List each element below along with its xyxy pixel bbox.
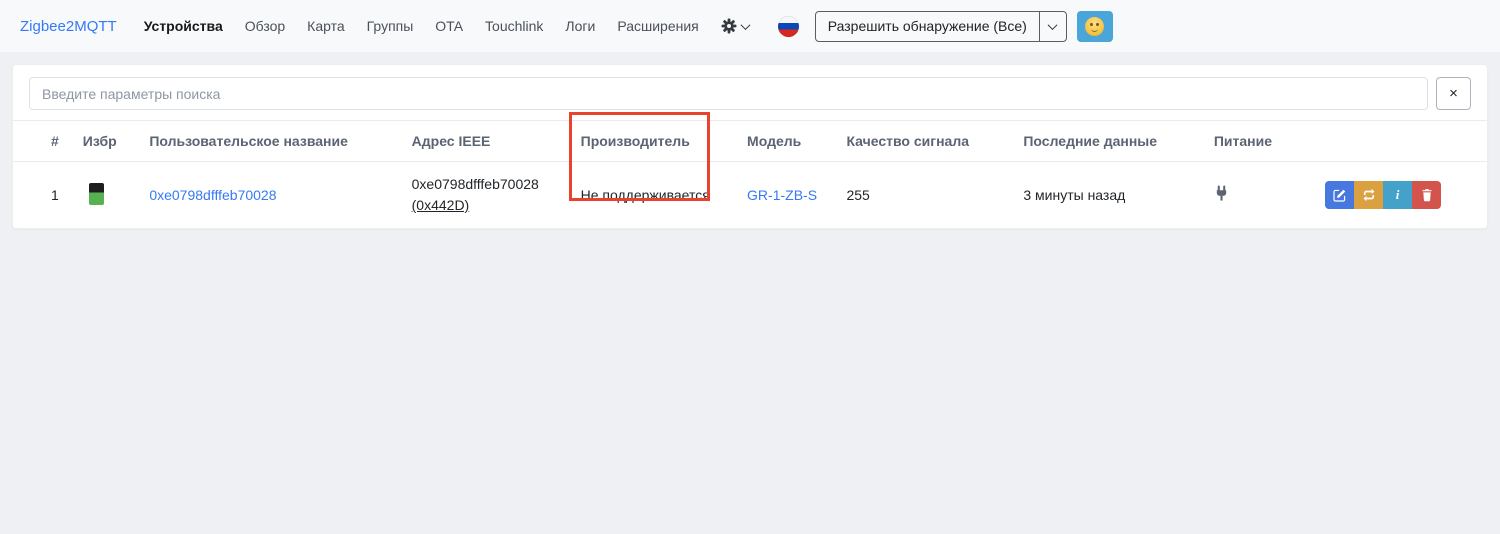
edit-button[interactable] [1325,181,1354,209]
trash-icon [1421,189,1433,202]
nav-item-devices[interactable]: Устройства [133,10,234,42]
row-index: 1 [13,162,71,229]
info-icon: i [1396,187,1400,203]
russian-flag-icon[interactable] [778,16,799,37]
column-header-power[interactable]: Питание [1202,121,1313,162]
retweet-icon [1362,188,1376,202]
row-model-cell: GR-1-ZB-S [735,162,834,229]
reconfigure-button[interactable] [1354,181,1383,209]
devices-table: # Избр Пользовательское название Адрес I… [13,120,1487,228]
theme-toggle-button[interactable] [1077,11,1113,42]
column-header-index[interactable]: # [13,121,71,162]
nav-item-touchlink[interactable]: Touchlink [474,10,554,42]
settings-dropdown[interactable] [710,10,760,42]
nav-item-map[interactable]: Карта [296,10,355,42]
column-header-manufacturer[interactable]: Производитель [569,121,735,162]
chevron-down-icon [1048,20,1058,30]
column-header-ieee-address[interactable]: Адрес IEEE [400,121,569,162]
devices-card: × # Избр Пользовательское название Адрес… [12,64,1488,229]
device-thumbnail [89,183,104,205]
nav-item-logs[interactable]: Логи [554,10,606,42]
row-last-seen-cell: 3 минуты назад [1011,162,1201,229]
table-row: 1 0xe0798dfffeb70028 0xe0798dfffeb70028 … [13,162,1487,229]
remove-button[interactable] [1412,181,1441,209]
device-link[interactable]: 0xe0798dfffeb70028 [149,187,276,203]
gear-icon [721,18,737,34]
row-friendly-name-cell: 0xe0798dfffeb70028 [137,162,399,229]
column-header-actions [1313,121,1487,162]
smiley-emoji-icon [1085,17,1104,36]
row-power-cell [1202,162,1313,229]
row-link-quality-cell: 255 [834,162,1011,229]
brand-link[interactable]: Zigbee2MQTT [20,18,117,35]
model-link[interactable]: GR-1-ZB-S [747,187,817,203]
row-actions-group: i [1325,181,1441,209]
search-bar: × [13,65,1487,120]
chevron-down-icon [740,20,750,30]
navbar-right: Разрешить обнаружение (Все) [768,11,1113,42]
search-input[interactable] [29,77,1428,110]
column-header-friendly-name[interactable]: Пользовательское название [137,121,399,162]
clear-search-button[interactable]: × [1436,77,1471,110]
nav-item-extensions[interactable]: Расширения [606,10,709,42]
info-button[interactable]: i [1383,181,1412,209]
top-navbar: Zigbee2MQTT Устройства Обзор Карта Групп… [0,0,1500,52]
column-header-model[interactable]: Модель [735,121,834,162]
row-favorite-cell [71,162,138,229]
permit-join-button[interactable]: Разрешить обнаружение (Все) [816,12,1039,41]
close-icon: × [1449,85,1458,102]
row-actions-cell: i [1313,162,1487,229]
table-header-row: # Избр Пользовательское название Адрес I… [13,121,1487,162]
row-ieee-cell: 0xe0798dfffeb70028 (0x442D) [400,162,569,229]
pencil-square-icon [1333,189,1346,202]
row-manufacturer-cell: Не поддерживается [569,162,735,229]
main-nav: Устройства Обзор Карта Группы OTA Touchl… [133,10,760,42]
plug-icon [1214,185,1229,205]
nav-item-dashboard[interactable]: Обзор [234,10,296,42]
nav-item-ota[interactable]: OTA [424,10,474,42]
ieee-address: 0xe0798dfffeb70028 [412,174,557,195]
network-address[interactable]: (0x442D) [412,197,470,213]
permit-join-button-group: Разрешить обнаружение (Все) [815,11,1067,42]
column-header-last-seen[interactable]: Последние данные [1011,121,1201,162]
column-header-favorite[interactable]: Избр [71,121,138,162]
nav-item-groups[interactable]: Группы [356,10,425,42]
permit-join-dropdown-toggle[interactable] [1039,12,1066,41]
column-header-link-quality[interactable]: Качество сигнала [834,121,1011,162]
